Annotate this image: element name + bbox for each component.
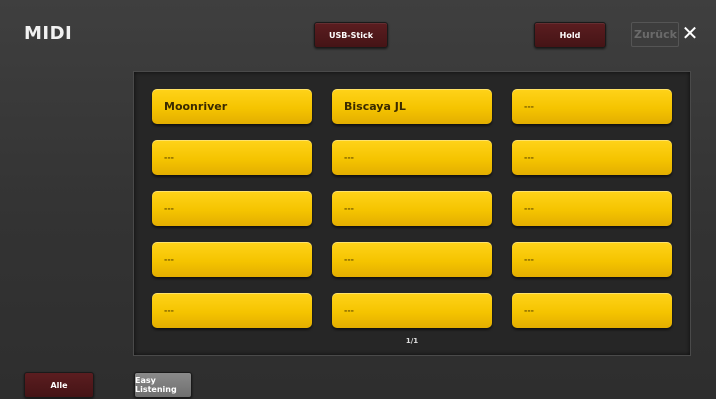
usb-stick-button[interactable]: USB-Stick	[314, 22, 388, 48]
song-button[interactable]: ---	[332, 242, 492, 277]
hold-button[interactable]: Hold	[534, 22, 606, 48]
close-icon[interactable]: ✕	[679, 19, 701, 47]
song-button[interactable]: ---	[152, 293, 312, 328]
song-button[interactable]: ---	[512, 293, 672, 328]
page-title: MIDI	[24, 23, 73, 44]
song-button[interactable]: ---	[152, 242, 312, 277]
song-panel: Moonriver Biscaya JL --- --- --- --- ---…	[133, 71, 691, 356]
song-grid: Moonriver Biscaya JL --- --- --- --- ---…	[152, 89, 672, 328]
all-button[interactable]: Alle	[24, 372, 94, 398]
back-button[interactable]: Zurück	[631, 22, 679, 47]
song-button[interactable]: ---	[512, 191, 672, 226]
song-button[interactable]: ---	[512, 242, 672, 277]
song-button[interactable]: ---	[512, 89, 672, 124]
song-button[interactable]: ---	[332, 293, 492, 328]
song-button[interactable]: ---	[512, 140, 672, 175]
song-button[interactable]: Moonriver	[152, 89, 312, 124]
song-button[interactable]: ---	[332, 191, 492, 226]
song-button[interactable]: Biscaya JL	[332, 89, 492, 124]
song-button[interactable]: ---	[332, 140, 492, 175]
song-button[interactable]: ---	[152, 191, 312, 226]
page-indicator: 1/1	[405, 337, 419, 345]
midi-screen: MIDI USB-Stick Hold Zurück ✕ Moonriver B…	[0, 0, 716, 399]
song-button[interactable]: ---	[152, 140, 312, 175]
category-easy-listening-button[interactable]: Easy Listening	[134, 372, 192, 398]
